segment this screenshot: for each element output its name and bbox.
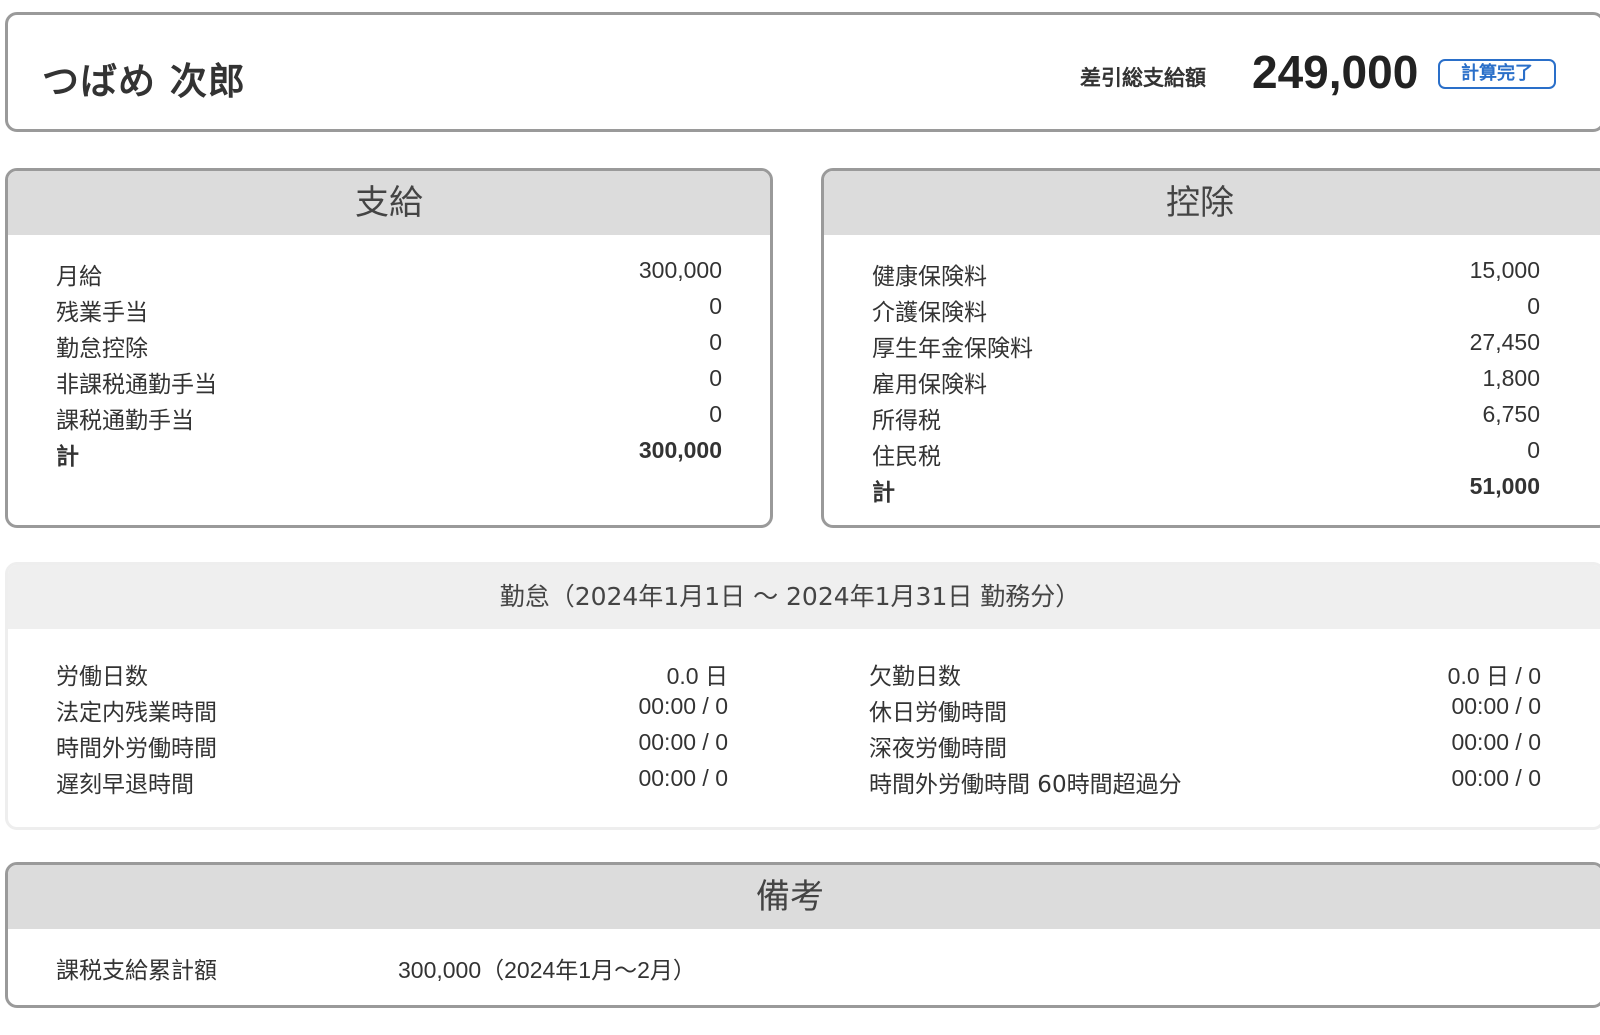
payslip-header: つばめ 次郎 差引総支給額 249,000 計算完了 (5, 12, 1600, 132)
attendance-value: 00:00 / 0 (638, 729, 728, 755)
payment-value: 0 (709, 293, 722, 319)
attendance-card: 勤怠（2024年1月1日 〜 2024年1月31日 勤務分） 労働日数 0.0 … (5, 562, 1600, 830)
attendance-label: 法定内残業時間 (56, 700, 217, 726)
attendance-label: 深夜労働時間 (869, 736, 1007, 762)
deductions-total-value: 51,000 (1469, 473, 1540, 499)
attendance-value: 00:00 / 0 (638, 765, 728, 791)
net-pay-amount: 249,000 (1252, 46, 1419, 98)
payment-label: 課税通勤手当 (56, 408, 194, 434)
attendance-value: 0.0 日 (666, 663, 728, 689)
attendance-value: 00:00 / 0 (1451, 729, 1541, 755)
remarks-value: 300,000（2024年1月〜2月） (398, 957, 696, 983)
deductions-title: 控除 (824, 171, 1600, 235)
deduction-value: 1,800 (1482, 365, 1540, 391)
status-badge: 計算完了 (1438, 59, 1556, 89)
payments-total-label: 計 (56, 444, 79, 470)
remarks-card: 備考 課税支給累計額 300,000（2024年1月〜2月） (5, 862, 1600, 1008)
net-pay-label: 差引総支給額 (1080, 66, 1206, 90)
attendance-label: 労働日数 (56, 664, 148, 690)
payment-label: 非課税通勤手当 (56, 372, 217, 398)
deduction-value: 27,450 (1469, 329, 1540, 355)
attendance-value: 00:00 / 0 (1451, 693, 1541, 719)
deductions-card: 控除 健康保険料 15,000 介護保険料 0 厚生年金保険料 27,450 雇… (821, 168, 1600, 528)
payments-title: 支給 (8, 171, 770, 235)
attendance-label: 時間外労働時間 60時間超過分 (869, 772, 1182, 798)
deduction-label: 介護保険料 (872, 300, 987, 326)
deduction-label: 住民税 (872, 444, 941, 470)
payment-label: 残業手当 (56, 300, 148, 326)
remarks-title: 備考 (8, 865, 1600, 929)
deduction-value: 0 (1527, 293, 1540, 319)
attendance-label: 遅刻早退時間 (56, 772, 194, 798)
attendance-value: 00:00 / 0 (638, 693, 728, 719)
attendance-value: 00:00 / 0 (1451, 765, 1541, 791)
payments-card: 支給 月給 300,000 残業手当 0 勤怠控除 0 非課税通勤手当 0 課税… (5, 168, 773, 528)
deduction-value: 6,750 (1482, 401, 1540, 427)
employee-name: つばめ 次郎 (42, 60, 246, 103)
payment-value: 0 (709, 329, 722, 355)
remarks-label: 課税支給累計額 (56, 958, 217, 984)
deduction-label: 健康保険料 (872, 264, 987, 290)
payment-label: 月給 (56, 264, 102, 290)
payments-total-value: 300,000 (638, 437, 722, 463)
attendance-label: 欠勤日数 (869, 664, 961, 690)
deductions-total-label: 計 (872, 480, 895, 506)
attendance-label: 休日労働時間 (869, 700, 1007, 726)
deduction-label: 厚生年金保険料 (872, 336, 1033, 362)
payment-value: 300,000 (638, 257, 722, 283)
payslip-page: つばめ 次郎 差引総支給額 249,000 計算完了 支給 月給 300,000… (0, 0, 1600, 1035)
payment-value: 0 (709, 401, 722, 427)
payment-value: 0 (709, 365, 722, 391)
deduction-value: 0 (1527, 437, 1540, 463)
deduction-label: 所得税 (872, 408, 941, 434)
attendance-title: 勤怠（2024年1月1日 〜 2024年1月31日 勤務分） (8, 565, 1600, 629)
payment-label: 勤怠控除 (56, 336, 148, 362)
attendance-value: 0.0 日 / 0 (1447, 663, 1541, 689)
attendance-label: 時間外労働時間 (56, 736, 217, 762)
deduction-value: 15,000 (1469, 257, 1540, 283)
deduction-label: 雇用保険料 (872, 372, 987, 398)
